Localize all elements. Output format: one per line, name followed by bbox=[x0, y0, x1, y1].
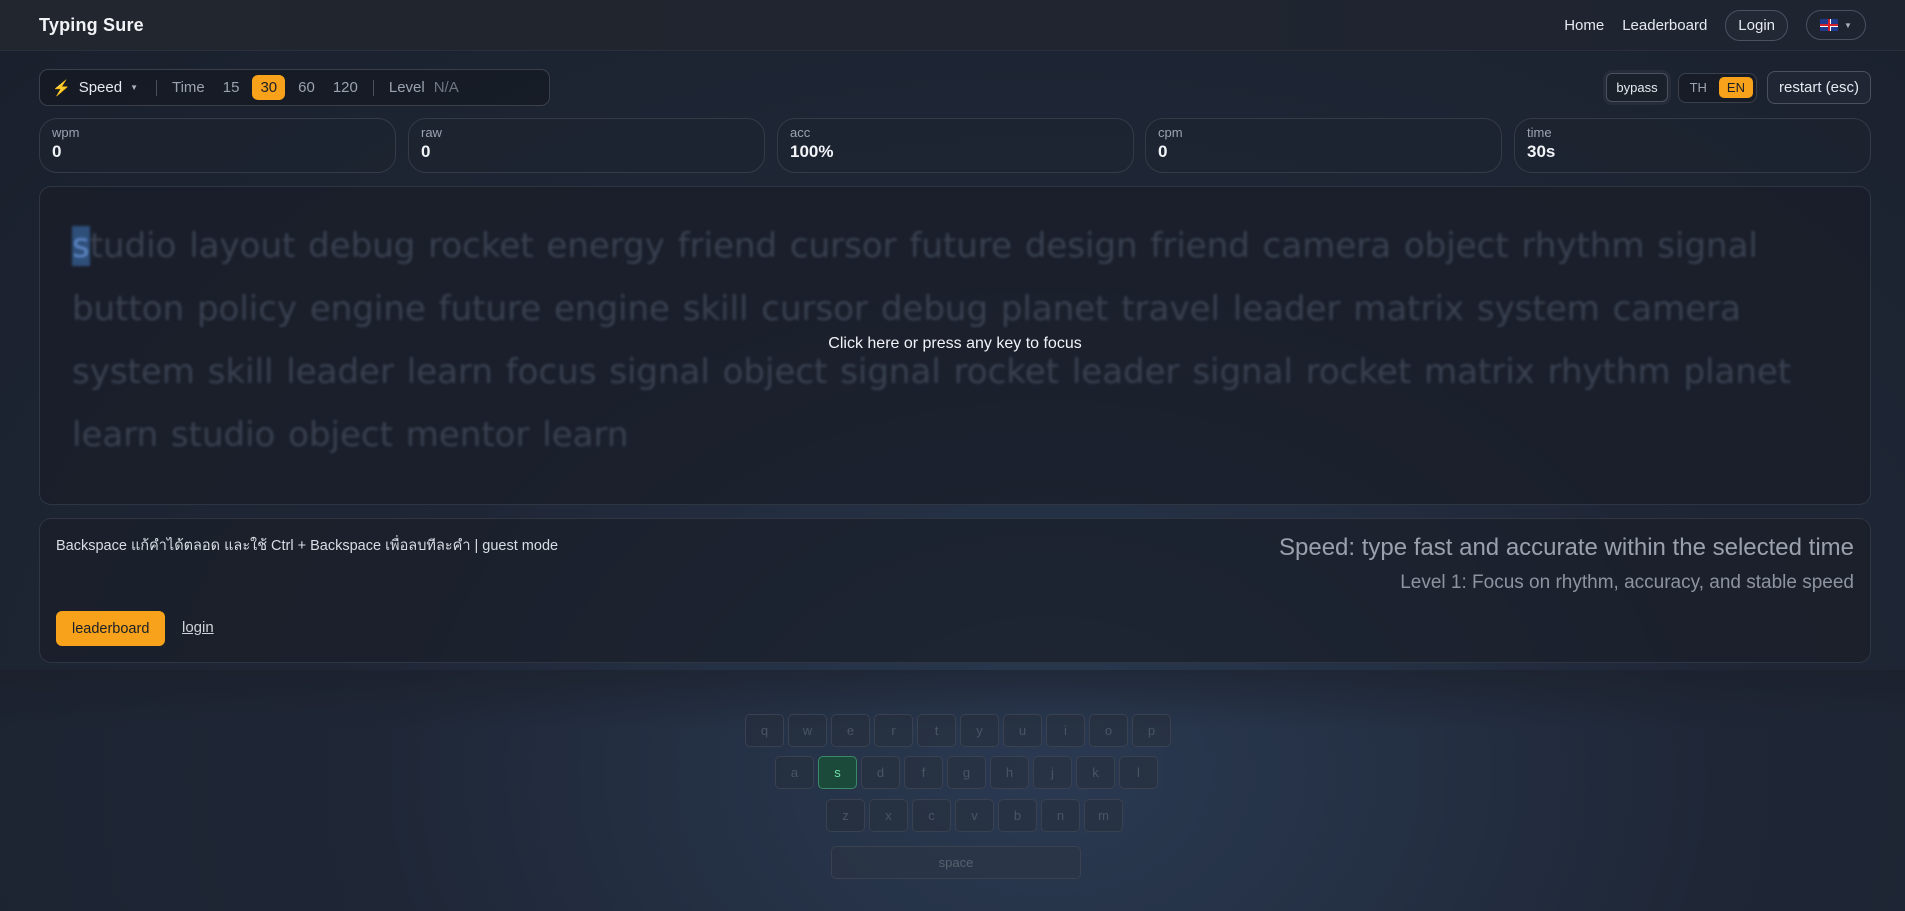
typing-area[interactable]: studio layout debug rocket energy friend… bbox=[39, 186, 1871, 505]
stat-value: 0 bbox=[1158, 142, 1168, 161]
divider bbox=[155, 79, 157, 96]
stat-raw: raw 0 bbox=[408, 118, 765, 173]
stat-label: cpm bbox=[1158, 125, 1183, 140]
login-link[interactable]: login bbox=[182, 619, 214, 636]
nav-home-link[interactable]: Home bbox=[1564, 17, 1604, 34]
language-selector[interactable]: ▼ bbox=[1806, 10, 1866, 40]
brand-logo[interactable]: Typing Sure bbox=[39, 15, 144, 36]
time-label: Time bbox=[171, 79, 205, 96]
right-tools: bypass TH EN restart (esc) bbox=[1606, 71, 1871, 104]
key: m bbox=[1084, 799, 1123, 832]
focus-message[interactable]: Click here or press any key to focus bbox=[40, 335, 1870, 353]
key: y bbox=[960, 714, 999, 747]
stat-cpm: cpm 0 bbox=[1145, 118, 1502, 173]
key: x bbox=[869, 799, 908, 832]
key: d bbox=[861, 756, 900, 789]
text-language-toggle: TH EN bbox=[1677, 72, 1757, 103]
key: w bbox=[788, 714, 827, 747]
level-value: N/A bbox=[433, 79, 459, 96]
keyboard-row-1: q w e r t y u i o p bbox=[745, 714, 1171, 747]
key: h bbox=[990, 756, 1029, 789]
chevron-down-icon: ▼ bbox=[130, 83, 138, 92]
stat-value: 100% bbox=[790, 142, 834, 161]
key: a bbox=[775, 756, 814, 789]
chevron-down-icon: ▼ bbox=[1844, 20, 1852, 30]
mode-subtitle: Level 1: Focus on rhythm, accuracy, and … bbox=[1400, 572, 1854, 593]
level-label: Level bbox=[388, 79, 425, 96]
key: t bbox=[917, 714, 956, 747]
key: b bbox=[998, 799, 1037, 832]
info-panel: Backspace แก้คำได้ตลอด และใช้ Ctrl + Bac… bbox=[39, 518, 1871, 663]
key: o bbox=[1089, 714, 1128, 747]
current-char: s bbox=[72, 226, 90, 266]
divider bbox=[372, 79, 374, 96]
stat-accuracy: acc 100% bbox=[777, 118, 1134, 173]
uk-flag-icon bbox=[1820, 19, 1839, 31]
mode-dropdown[interactable]: ⚡ Speed ▼ bbox=[52, 79, 138, 97]
time-option-60[interactable]: 60 bbox=[298, 79, 315, 96]
stat-label: raw bbox=[421, 125, 442, 140]
time-option-15[interactable]: 15 bbox=[223, 79, 240, 96]
key: n bbox=[1041, 799, 1080, 832]
stat-value: 0 bbox=[421, 142, 431, 161]
lang-option-en[interactable]: EN bbox=[1718, 77, 1753, 98]
key: i bbox=[1046, 714, 1085, 747]
key: v bbox=[955, 799, 994, 832]
key: c bbox=[912, 799, 951, 832]
key: l bbox=[1119, 756, 1158, 789]
key: u bbox=[1003, 714, 1042, 747]
key: f bbox=[904, 756, 943, 789]
hint-text: Backspace แก้คำได้ตลอด และใช้ Ctrl + Bac… bbox=[56, 538, 559, 554]
time-option-120[interactable]: 120 bbox=[333, 79, 358, 96]
mode-bar: ⚡ Speed ▼ Time 15 30 60 120 Level N/A bbox=[39, 69, 550, 106]
stat-label: wpm bbox=[52, 125, 80, 140]
mode-label: Speed bbox=[78, 79, 123, 96]
stat-label: acc bbox=[790, 125, 811, 140]
leaderboard-button[interactable]: leaderboard bbox=[56, 611, 166, 646]
login-button[interactable]: Login bbox=[1725, 9, 1788, 41]
bolt-icon: ⚡ bbox=[52, 79, 71, 97]
nav-leaderboard-link[interactable]: Leaderboard bbox=[1622, 17, 1707, 34]
time-option-30[interactable]: 30 bbox=[252, 75, 286, 100]
bypass-button[interactable]: bypass bbox=[1606, 73, 1668, 102]
stat-wpm: wpm 0 bbox=[39, 118, 396, 173]
stat-value: 30s bbox=[1527, 142, 1556, 161]
key: j bbox=[1033, 756, 1072, 789]
key: z bbox=[826, 799, 865, 832]
keyboard-row-3: z x c v b n m bbox=[826, 799, 1123, 832]
stat-label: time bbox=[1527, 125, 1552, 140]
key: p bbox=[1132, 714, 1171, 747]
mode-title: Speed: type fast and accurate within the… bbox=[1278, 534, 1854, 561]
stat-value: 0 bbox=[52, 142, 62, 161]
key: k bbox=[1076, 756, 1115, 789]
lang-option-th[interactable]: TH bbox=[1682, 77, 1715, 98]
key: r bbox=[874, 714, 913, 747]
top-bar: Typing Sure Home Leaderboard Login ▼ bbox=[0, 0, 1905, 51]
spacebar-key: space bbox=[831, 846, 1081, 879]
keyboard-row-2: a s d f g h j k l bbox=[775, 756, 1158, 789]
key: g bbox=[947, 756, 986, 789]
main-nav: Home Leaderboard Login ▼ bbox=[1564, 9, 1866, 41]
stat-time: time 30s bbox=[1514, 118, 1871, 173]
key: e bbox=[831, 714, 870, 747]
key-active: s bbox=[818, 756, 857, 789]
key: q bbox=[745, 714, 784, 747]
restart-button[interactable]: restart (esc) bbox=[1766, 71, 1871, 104]
